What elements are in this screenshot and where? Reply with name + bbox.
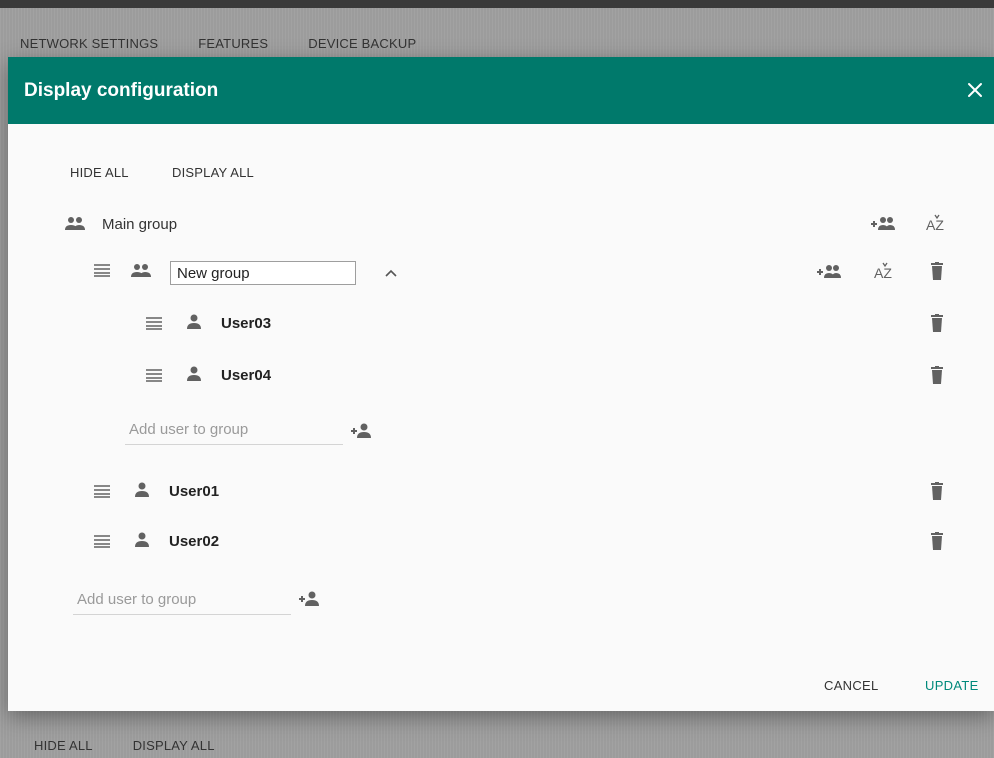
sub-group-add-user-input[interactable] xyxy=(125,414,343,445)
main-group-label: Main group xyxy=(102,216,178,233)
display-all-button[interactable]: DISPLAY ALL xyxy=(172,165,254,180)
group-name-input[interactable] xyxy=(170,261,356,285)
background-bottom-actions: HIDE ALL DISPLAY ALL xyxy=(0,738,215,753)
drag-handle-icon[interactable] xyxy=(94,263,110,282)
add-user-icon[interactable] xyxy=(298,591,320,612)
group-icon xyxy=(64,216,86,237)
add-group-icon[interactable] xyxy=(870,216,896,237)
background-display-all: DISPLAY ALL xyxy=(132,738,215,753)
add-group-icon[interactable] xyxy=(816,264,842,285)
group-icon xyxy=(130,263,152,284)
delete-icon[interactable] xyxy=(931,314,943,337)
person-icon xyxy=(186,366,202,387)
chevron-up-icon[interactable] xyxy=(384,265,398,283)
main-group-add-user-input[interactable] xyxy=(73,584,291,615)
delete-icon[interactable] xyxy=(931,482,943,505)
user-label: User04 xyxy=(221,367,272,384)
person-icon xyxy=(186,314,202,335)
sort-az-icon[interactable]: AZ xyxy=(926,214,948,239)
drag-handle-icon[interactable] xyxy=(146,316,162,335)
display-configuration-dialog: Display configuration HIDE ALL DISPLAY A… xyxy=(8,57,994,711)
svg-text:AZ: AZ xyxy=(926,217,944,233)
hide-all-button[interactable]: HIDE ALL xyxy=(70,165,129,180)
sort-az-icon[interactable]: AZ xyxy=(874,262,896,287)
dialog-header: Display configuration xyxy=(8,57,994,124)
drag-handle-icon[interactable] xyxy=(94,484,110,503)
delete-icon[interactable] xyxy=(931,366,943,389)
svg-text:AZ: AZ xyxy=(874,265,892,281)
cancel-button[interactable]: CANCEL xyxy=(824,678,879,693)
user-label: User03 xyxy=(221,315,272,332)
delete-icon[interactable] xyxy=(931,262,943,285)
user-label: User01 xyxy=(169,483,220,500)
drag-handle-icon[interactable] xyxy=(146,368,162,387)
person-icon xyxy=(134,532,150,553)
update-button[interactable]: UPDATE xyxy=(925,678,979,693)
drag-handle-icon[interactable] xyxy=(94,534,110,553)
close-icon[interactable] xyxy=(964,79,986,101)
person-icon xyxy=(134,482,150,503)
delete-icon[interactable] xyxy=(931,532,943,555)
user-label: User02 xyxy=(169,533,220,550)
background-topbar xyxy=(0,0,994,8)
add-user-icon[interactable] xyxy=(350,423,372,444)
dialog-title: Display configuration xyxy=(24,79,219,101)
background-hide-all: HIDE ALL xyxy=(34,738,93,753)
